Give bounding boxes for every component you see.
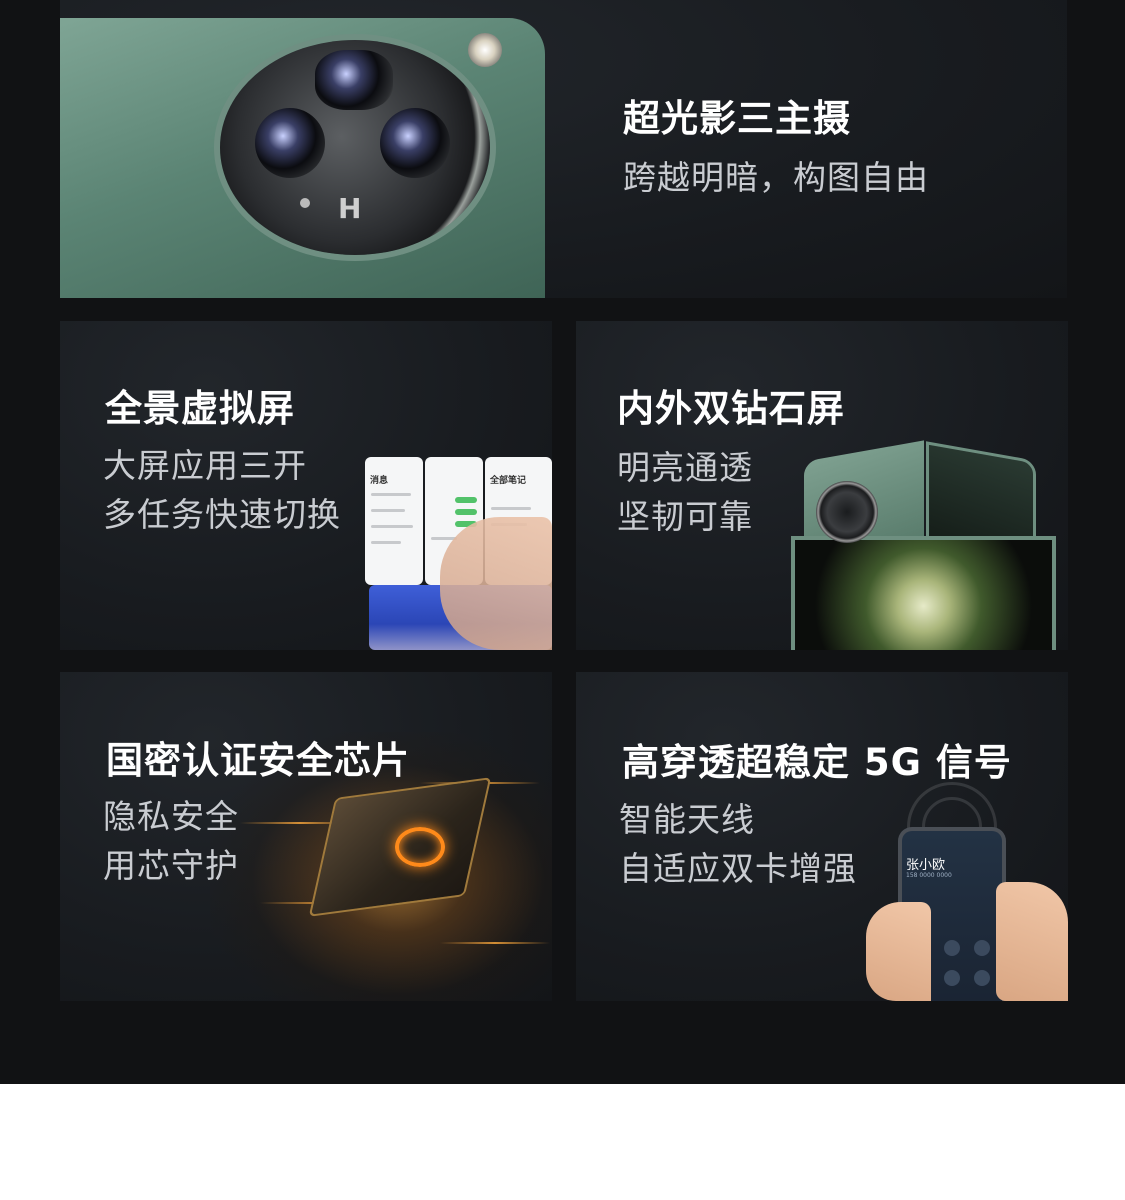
app-window-label: 消息 xyxy=(370,476,389,486)
call-action-icon xyxy=(944,940,960,956)
chat-bubble xyxy=(455,509,477,515)
feature-card-panorama: 全景虚拟屏 大屏应用三开 多任务快速切换 消息 全部笔记 xyxy=(60,321,552,650)
feature-card-security: 国密认证安全芯片 隐私安全 用芯守护 xyxy=(60,672,552,1001)
app-window-messages: 消息 xyxy=(365,457,423,585)
caller-number: 158 0000 0000 xyxy=(906,872,952,879)
call-action-icon xyxy=(974,970,990,986)
camera-feature-title: 超光影三主摄 xyxy=(623,97,851,140)
signal-feature-line2: 自适应双卡增强 xyxy=(619,849,857,888)
panorama-feature-line2: 多任务快速切换 xyxy=(103,495,341,534)
signal-feature-title: 高穿透超稳定 5G 信号 xyxy=(622,741,1012,784)
wide-lens-icon xyxy=(380,108,450,178)
app-window-label: 全部笔记 xyxy=(490,476,527,486)
panorama-feature-title: 全景虚拟屏 xyxy=(105,387,295,430)
camera-feature-subtitle: 跨越明暗，构图自由 xyxy=(623,158,929,197)
hand-image xyxy=(996,882,1068,1001)
display-feature-line1: 明亮通透 xyxy=(617,448,753,487)
security-feature-line1: 隐私安全 xyxy=(103,797,239,836)
list-item xyxy=(371,541,401,544)
panorama-feature-line1: 大屏应用三开 xyxy=(103,446,307,485)
call-action-icon xyxy=(944,970,960,986)
security-feature-line2: 用芯守护 xyxy=(103,846,239,885)
list-item xyxy=(491,507,531,510)
list-item xyxy=(371,525,413,528)
hand-image xyxy=(440,517,552,650)
display-feature-line2: 坚韧可靠 xyxy=(617,497,753,536)
caller-name: 张小欧 xyxy=(906,858,946,873)
chat-bubble xyxy=(455,497,477,503)
camera-module-icon xyxy=(816,481,878,543)
signal-feature-line1: 智能天线 xyxy=(619,800,755,839)
shield-icon xyxy=(395,827,445,867)
product-feature-page: H 超光影三主摄 跨越明暗，构图自由 全景虚拟屏 大屏应用三开 多任务快速切换 … xyxy=(0,0,1125,1200)
call-action-icon xyxy=(974,940,990,956)
feature-card-display: 内外双钻石屏 明亮通透 坚韧可靠 xyxy=(576,321,1068,650)
feature-card-signal: 高穿透超稳定 5G 信号 智能天线 自适应双卡增强 张小欧 158 0000 0… xyxy=(576,672,1068,1001)
flash-icon xyxy=(468,33,502,67)
periscope-lens-icon xyxy=(315,50,393,110)
inner-screen-image xyxy=(791,536,1056,650)
list-item xyxy=(371,493,411,496)
hasselblad-logo: H xyxy=(338,192,362,225)
circuit-trace xyxy=(440,942,550,944)
hand-image xyxy=(866,902,931,1001)
main-lens-icon xyxy=(255,108,325,178)
feature-card-camera: H 超光影三主摄 跨越明暗，构图自由 xyxy=(60,0,1067,298)
sensor-dot xyxy=(300,198,310,208)
multi-window-phone-image: 消息 全部笔记 xyxy=(365,457,552,650)
list-item xyxy=(371,509,405,512)
security-feature-title: 国密认证安全芯片 xyxy=(106,739,410,782)
display-feature-title: 内外双钻石屏 xyxy=(617,387,845,430)
